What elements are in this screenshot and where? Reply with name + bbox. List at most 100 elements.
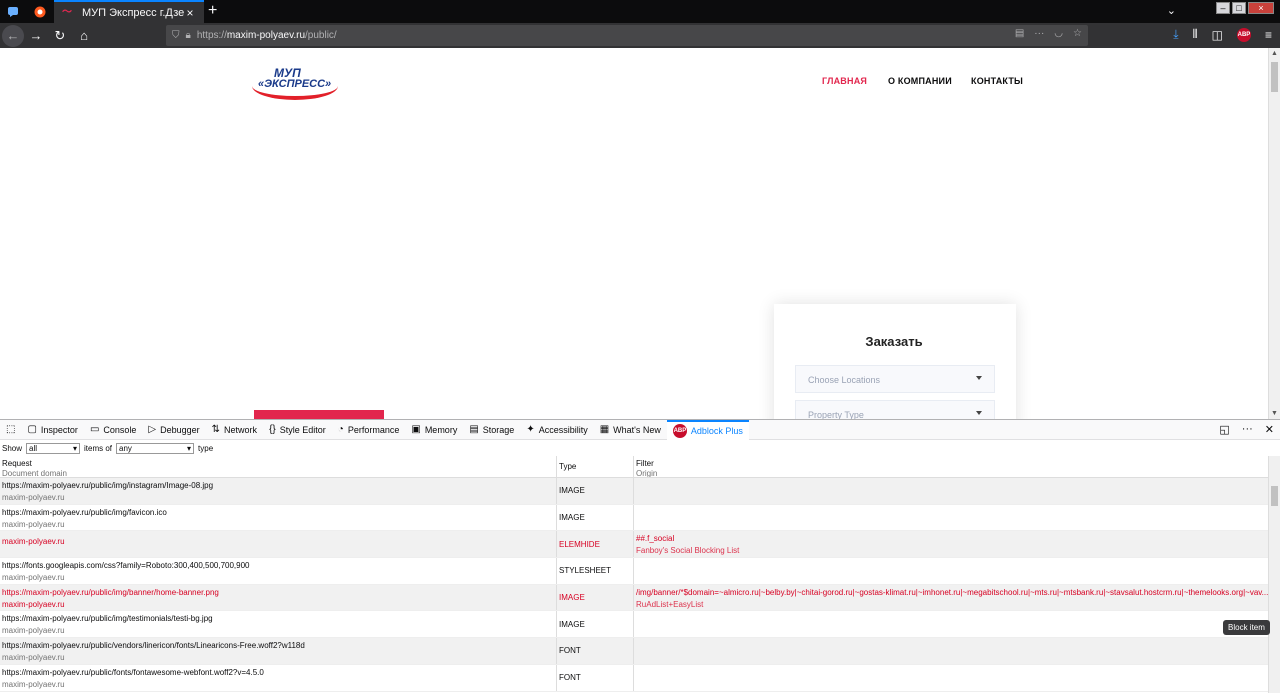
menu-about[interactable]: О КОМПАНИИ: [888, 76, 952, 86]
header-domain-label: Document domain: [2, 469, 67, 477]
tab-storage[interactable]: ▤ Storage: [463, 420, 520, 440]
location-select[interactable]: Choose Locations: [795, 365, 995, 393]
navigation-toolbar: ← → ↻ ⌂ ⛉ 🔒︎ https://maxim-polyaev.ru/pu…: [0, 23, 1280, 48]
url-bar[interactable]: ⛉ 🔒︎ https://maxim-polyaev.ru/public/ ▤ …: [166, 25, 1088, 46]
type-cell: IMAGE: [557, 478, 634, 504]
tab-adblock-plus[interactable]: ABP Adblock Plus: [666, 419, 749, 440]
tab-label: Network: [224, 424, 258, 435]
back-button[interactable]: ←: [2, 24, 24, 47]
mup-express-logo[interactable]: МУП «ЭКСПРЕСС»: [252, 60, 342, 102]
network-icon: ⇅: [211, 424, 221, 435]
devtools-scrollbar[interactable]: [1268, 456, 1280, 693]
table-row[interactable]: https://maxim-polyaev.ru/public/fonts/fo…: [0, 664, 1268, 692]
scroll-down-icon[interactable]: ▼: [1271, 410, 1278, 417]
table-row[interactable]: https://maxim-polyaev.ru/public/img/test…: [0, 611, 1268, 639]
type-cell: FONT: [557, 664, 634, 691]
tab-network[interactable]: ⇅ Network: [206, 420, 263, 440]
filter-cell: [634, 558, 1268, 584]
close-window-button[interactable]: ×: [1248, 2, 1274, 14]
tab-debugger[interactable]: ▷ Debugger: [142, 420, 205, 440]
filter-cell: [634, 505, 1268, 531]
active-tab[interactable]: 〜 МУП Экспресс г.Дзержинск ×: [54, 0, 204, 23]
page-scrollbar[interactable]: ▲ ▼: [1268, 48, 1280, 419]
tab-close-icon[interactable]: ×: [184, 6, 196, 20]
show-select-value: all: [29, 443, 38, 453]
request-cell: maxim-polyaev.ru: [0, 531, 557, 558]
table-row[interactable]: https://maxim-polyaev.ru/public/img/bann…: [0, 584, 1268, 612]
menu-home[interactable]: ГЛАВНАЯ: [822, 76, 867, 86]
list-tabs-chevron-icon[interactable]: ⌄: [1167, 4, 1176, 17]
header-type[interactable]: Type: [557, 456, 634, 477]
request-cell: https://maxim-polyaev.ru/public/fonts/fo…: [0, 664, 557, 691]
devtools-toolbar: ⬚ ▢ Inspector ▭ Console ▷ Debugger ⇅ Network…: [0, 419, 1280, 440]
header-filter[interactable]: Filter Origin: [634, 456, 1268, 477]
more-options-icon[interactable]: ···: [1242, 423, 1253, 436]
gauge-icon: ◔: [337, 424, 344, 435]
downloads-icon[interactable]: ⤓: [1173, 27, 1178, 42]
property-type-select[interactable]: Property Type: [795, 400, 995, 419]
type-select[interactable]: any ▾: [116, 442, 195, 454]
dock-icon[interactable]: ◱: [1219, 423, 1229, 436]
tab-inspector[interactable]: ▢ Inspector: [21, 420, 83, 440]
filter-cell: [634, 638, 1268, 664]
request-cell: https://maxim-polyaev.ru/public/img/favi…: [0, 504, 557, 531]
tab-whats-new[interactable]: ▦ What's New: [594, 420, 667, 440]
show-select[interactable]: all ▾: [26, 442, 81, 454]
menu-contacts[interactable]: КОНТАКТЫ: [971, 76, 1023, 86]
tab-label: What's New: [613, 424, 661, 435]
table-row[interactable]: https://maxim-polyaev.ru/public/img/favi…: [0, 504, 1268, 532]
tab-style-editor[interactable]: {} Style Editor: [263, 420, 332, 440]
devtools-right-controls: ◱ ··· ✕: [1219, 423, 1274, 436]
tab-console[interactable]: ▭ Console: [84, 420, 142, 440]
reader-view-icon[interactable]: ▤: [1015, 28, 1024, 39]
type-cell: IMAGE: [557, 584, 634, 611]
braces-icon: {}: [269, 424, 276, 435]
library-icon[interactable]: ⫴: [1193, 27, 1198, 42]
tab-label: Style Editor: [279, 424, 326, 435]
tab-memory[interactable]: ▣ Memory: [405, 420, 463, 440]
home-button[interactable]: ⌂: [72, 25, 96, 47]
page-actions-icon[interactable]: ···: [1034, 28, 1044, 39]
sidebar-icon[interactable]: ◫: [1212, 28, 1223, 42]
pocket-icon[interactable]: ◡: [1054, 28, 1063, 39]
scrollbar-thumb[interactable]: [1271, 62, 1278, 92]
type-cell: IMAGE: [557, 611, 634, 638]
lock-icon[interactable]: 🔒︎: [186, 30, 191, 41]
accessibility-icon: ✦: [526, 424, 535, 435]
tab-strip: 〜 МУП Экспресс г.Дзержинск × + ⌄ – □ ×: [0, 0, 1280, 23]
table-row[interactable]: https://maxim-polyaev.ru/public/img/inst…: [0, 478, 1268, 505]
scroll-up-icon[interactable]: ▲: [1271, 50, 1278, 57]
header-request[interactable]: Request Document domain: [0, 456, 557, 477]
block-item-tooltip: Block item: [1223, 620, 1270, 635]
scrollbar-thumb[interactable]: [1271, 486, 1278, 506]
tab-accessibility[interactable]: ✦ Accessibility: [520, 420, 593, 440]
table-row[interactable]: maxim-polyaev.ru ELEMHIDE ##.f_social Fanbo…: [0, 531, 1268, 559]
caret-down-icon: [976, 411, 982, 415]
new-tab-button[interactable]: +: [208, 0, 224, 23]
pinned-tab-1[interactable]: [0, 0, 26, 23]
bookmark-star-icon[interactable]: ☆: [1073, 28, 1082, 39]
close-devtools-icon[interactable]: ✕: [1265, 423, 1274, 436]
reload-button[interactable]: ↻: [48, 25, 72, 47]
reload-icon: ↻: [54, 27, 66, 43]
document-domain: maxim-polyaev.ru: [2, 599, 65, 609]
request-url: https://maxim-polyaev.ru/public/vendors/…: [2, 641, 305, 651]
logo-line2: «ЭКСПРЕСС»: [258, 78, 332, 90]
maximize-button[interactable]: □: [1232, 2, 1246, 14]
hamburger-menu-icon[interactable]: ≡: [1265, 28, 1272, 42]
forward-button[interactable]: →: [24, 25, 48, 47]
table-row[interactable]: https://fonts.googleapis.com/css?family=…: [0, 558, 1268, 585]
adblock-plus-icon: ABP: [672, 423, 687, 438]
document-domain: maxim-polyaev.ru: [2, 573, 65, 583]
request-cell: https://maxim-polyaev.ru/public/img/test…: [0, 611, 557, 638]
property-type-label: Property Type: [808, 410, 864, 419]
gift-icon: ▦: [599, 424, 610, 435]
shield-icon[interactable]: ⛉: [172, 30, 180, 41]
adblock-plus-icon[interactable]: ABP: [1236, 27, 1251, 42]
pinned-tab-2[interactable]: [27, 0, 53, 23]
tab-performance[interactable]: ◔ Performance: [332, 420, 406, 440]
minimize-button[interactable]: –: [1216, 2, 1230, 14]
type-cell: IMAGE: [557, 504, 634, 531]
table-row[interactable]: https://maxim-polyaev.ru/public/vendors/…: [0, 638, 1268, 665]
element-picker-button[interactable]: ⬚: [0, 420, 21, 440]
